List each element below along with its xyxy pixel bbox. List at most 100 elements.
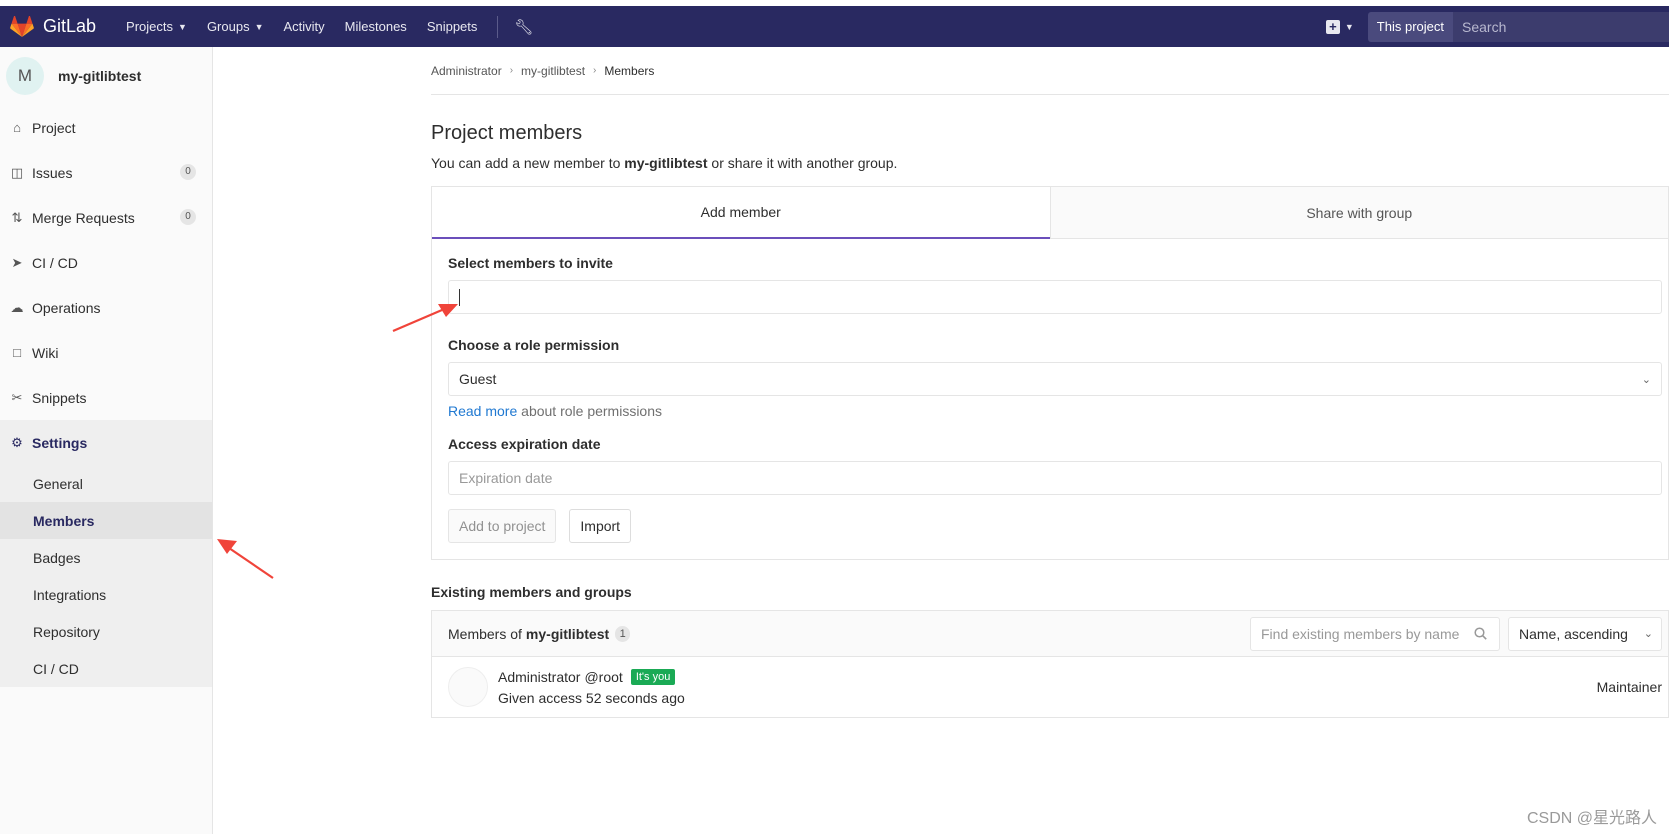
sidebar-subitem-ci-cd[interactable]: CI / CD xyxy=(0,650,212,687)
project-sidebar: M my-gitlibtest ⌂ Project ◫ Issues 0 ⇅ Merge… xyxy=(0,47,213,834)
sidebar-item-issues[interactable]: ◫ Issues 0 xyxy=(0,150,212,195)
top-navbar: GitLab Projects ▼ Groups ▼ Activity Milest… xyxy=(0,6,1669,47)
existing-members-title: Existing members and groups xyxy=(431,584,632,600)
nav-right: + ▼ This project Search xyxy=(1325,6,1669,47)
sidebar-item-project[interactable]: ⌂ Project xyxy=(0,105,212,150)
nav-groups[interactable]: Groups ▼ xyxy=(207,19,264,34)
scissors-icon: ✂ xyxy=(11,389,23,405)
tab-share-with-group[interactable]: Share with group xyxy=(1049,187,1668,239)
sidebar-item-wiki[interactable]: □ Wiki xyxy=(0,330,212,375)
sidebar-subitem-integrations[interactable]: Integrations xyxy=(0,576,212,613)
expiration-date-input[interactable]: Expiration date xyxy=(448,461,1662,495)
invite-members-input[interactable] xyxy=(448,280,1662,314)
member-name-line: Administrator @root It's you xyxy=(498,668,685,685)
cloud-gear-icon: ☁ xyxy=(10,299,24,315)
find-members-input[interactable]: Find existing members by name xyxy=(1250,616,1500,651)
tab-add-member[interactable]: Add member xyxy=(432,187,1050,239)
chevron-down-icon: ▼ xyxy=(178,21,187,32)
merge-requests-count-badge: 0 xyxy=(180,209,196,225)
invite-label: Select members to invite xyxy=(448,255,613,271)
chevron-down-icon: ⌄ xyxy=(1643,628,1653,640)
members-header-prefix: Members of xyxy=(448,625,522,642)
nav-snippets[interactable]: Snippets xyxy=(427,19,478,34)
chevron-down-icon: ▼ xyxy=(254,21,264,32)
home-icon: ⌂ xyxy=(13,120,21,135)
sidebar-item-label: Operations xyxy=(32,299,101,316)
sidebar-item-label: CI / CD xyxy=(32,254,78,271)
role-label: Choose a role permission xyxy=(448,337,620,353)
role-select[interactable]: Guest ⌄ xyxy=(448,362,1662,396)
chevron-down-icon: ▼ xyxy=(1344,21,1354,32)
gitlab-logo[interactable]: GitLab xyxy=(10,15,116,38)
chevron-right-icon: › xyxy=(509,65,514,76)
invite-panel: Add member Share with group Select membe… xyxy=(431,186,1669,560)
search-input[interactable]: Search xyxy=(1453,11,1669,42)
issues-count-badge: 0 xyxy=(180,164,196,180)
sidebar-item-operations[interactable]: ☁ Operations xyxy=(0,285,212,330)
gitlab-logo-text: GitLab xyxy=(43,16,97,36)
issues-icon: ◫ xyxy=(10,164,24,180)
sidebar-item-label: Wiki xyxy=(32,344,59,361)
sidebar-item-settings[interactable]: ⚙ Settings xyxy=(0,420,212,465)
wrench-icon[interactable]: 🔧︎ xyxy=(514,18,533,36)
member-name[interactable]: Administrator xyxy=(498,669,580,685)
member-avatar[interactable] xyxy=(448,667,488,707)
expiration-label: Access expiration date xyxy=(448,436,601,452)
breadcrumb: Administrator › my-gitlibtest › Members xyxy=(431,47,1669,95)
sidebar-subitem-members[interactable]: Members xyxy=(0,502,212,539)
csdn-watermark: CSDN @星光路人 xyxy=(1526,810,1657,827)
its-you-badge: It's you xyxy=(630,668,676,685)
sidebar-project-header[interactable]: M my-gitlibtest xyxy=(0,47,212,105)
sidebar-subitem-general[interactable]: General xyxy=(0,465,212,502)
new-dropdown-button[interactable]: + ▼ xyxy=(1325,19,1354,34)
read-more-link[interactable]: Read more xyxy=(448,403,517,419)
sidebar-item-snippets[interactable]: ✂ Snippets xyxy=(0,375,212,420)
member-row: Administrator @root It's you Given acces… xyxy=(432,657,1668,717)
sidebar-item-label: Snippets xyxy=(32,389,87,406)
members-header-project: my-gitlibtest xyxy=(525,625,610,642)
settings-block: ⚙ Settings General Members Badges Integra… xyxy=(0,420,212,687)
members-panel-header: Members of my-gitlibtest 1 Find existing… xyxy=(432,611,1668,657)
main-content: Administrator › my-gitlibtest › Members … xyxy=(431,47,1669,718)
member-role: Maintainer xyxy=(1596,679,1662,695)
add-to-project-button[interactable]: Add to project xyxy=(448,509,557,543)
members-count-badge: 1 xyxy=(615,625,631,642)
sidebar-item-label: Merge Requests xyxy=(32,209,135,226)
sidebar-item-label: Project xyxy=(32,119,76,136)
nav-divider xyxy=(497,15,499,38)
chevron-down-icon: ⌄ xyxy=(1641,373,1651,386)
gear-icon: ⚙ xyxy=(11,434,23,450)
nav-activity-label: Activity xyxy=(283,19,325,34)
read-more-suffix: about role permissions xyxy=(521,403,663,419)
member-handle: @root xyxy=(584,668,623,685)
annotation-arrow-members xyxy=(217,539,274,579)
sidebar-item-label: Settings xyxy=(32,434,88,451)
search-icon xyxy=(1474,627,1487,640)
sort-members-dropdown[interactable]: Name, ascending ⌄ xyxy=(1508,616,1662,651)
nav-milestones[interactable]: Milestones xyxy=(345,19,407,34)
rocket-icon: ➤ xyxy=(11,254,23,270)
sidebar-item-label: Issues xyxy=(32,164,73,181)
breadcrumb-current[interactable]: Members xyxy=(604,64,654,78)
page-desc-suffix: or share it with another group. xyxy=(711,155,898,171)
form-actions: Add to project Import xyxy=(448,509,1668,543)
sidebar-project-name: my-gitlibtest xyxy=(58,68,142,84)
import-button[interactable]: Import xyxy=(569,509,632,543)
nav-activity[interactable]: Activity xyxy=(284,19,325,34)
role-help-text: Read more about role permissions xyxy=(448,403,1668,419)
plus-icon: + xyxy=(1325,19,1340,34)
breadcrumb-administrator[interactable]: Administrator xyxy=(431,64,502,78)
search-scope-badge[interactable]: This project xyxy=(1367,11,1453,42)
sidebar-subitem-repository[interactable]: Repository xyxy=(0,613,212,650)
sidebar-subitem-badges[interactable]: Badges xyxy=(0,539,212,576)
member-given-access: Given access 52 seconds ago xyxy=(498,689,685,706)
sidebar-item-merge-requests[interactable]: ⇅ Merge Requests 0 xyxy=(0,195,212,240)
find-members-placeholder: Find existing members by name xyxy=(1261,625,1460,642)
gitlab-tanuki-icon xyxy=(10,15,34,37)
sidebar-item-ci-cd[interactable]: ➤ CI / CD xyxy=(0,240,212,285)
nav-projects[interactable]: Projects ▼ xyxy=(126,19,187,34)
breadcrumb-project[interactable]: my-gitlibtest xyxy=(521,64,585,78)
chevron-right-icon: › xyxy=(593,65,597,76)
add-member-form: Select members to invite Choose a role p… xyxy=(432,239,1668,559)
project-avatar: M xyxy=(6,57,44,95)
